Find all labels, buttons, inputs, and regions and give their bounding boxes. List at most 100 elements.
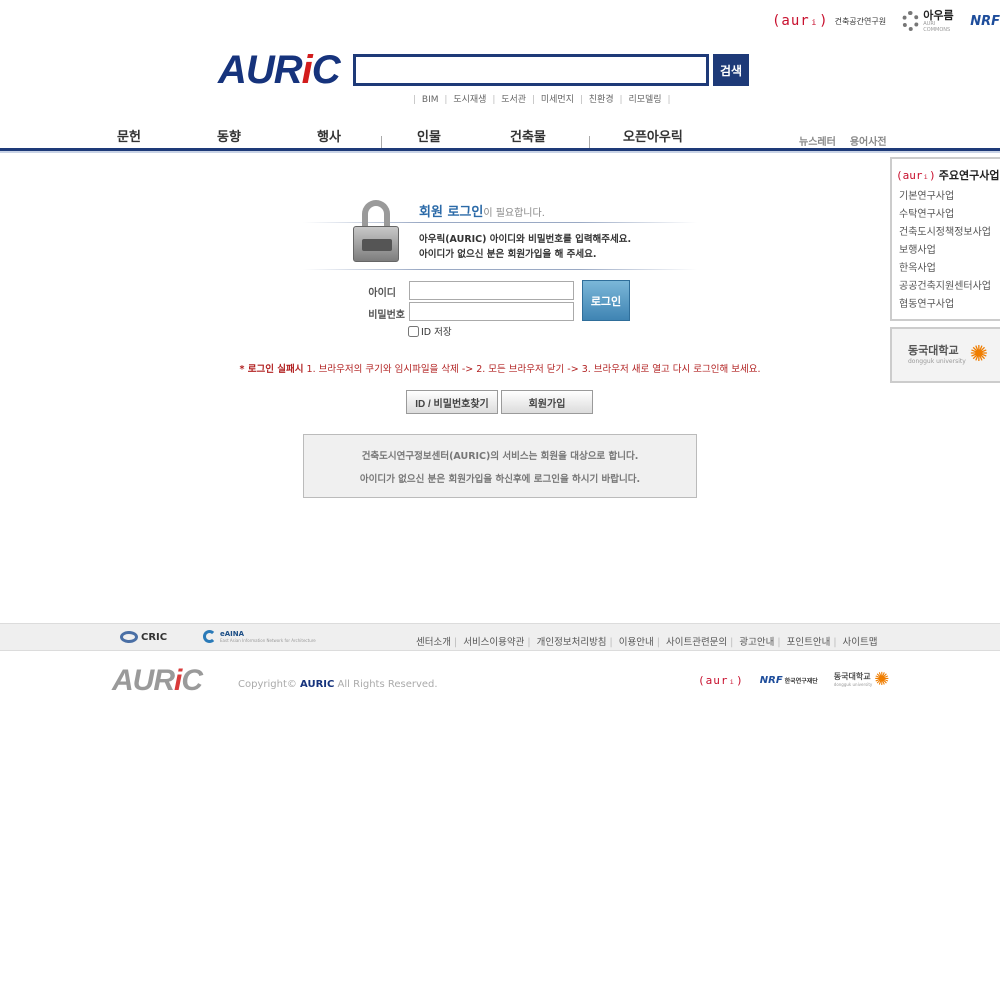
nav-item-buildings[interactable]: 건축물 <box>510 126 546 145</box>
save-id-checkbox[interactable] <box>408 325 419 337</box>
quick-link-bim[interactable]: BIM <box>422 95 439 105</box>
login-instructions: 아우릭(AURIC) 아이디와 비밀번호를 입력해주세요. 아이디가 없으신 분… <box>419 232 631 262</box>
footer-partner-logos: (aurᵢ) NRF 한국연구재단 동국대학교 dongguk universi… <box>698 671 889 689</box>
footer-brand-prefix: AUR <box>112 664 175 697</box>
auric-logo[interactable]: AURiC <box>218 48 341 92</box>
dongguk-name: 동국대학교 <box>908 344 959 358</box>
nav-divider <box>589 136 590 148</box>
footer-auri-logo[interactable]: (aurᵢ) <box>698 674 744 687</box>
nav-item-literature[interactable]: 문헌 <box>117 126 141 145</box>
eaina-name: eAINA <box>220 629 245 638</box>
auhoom-name: 아우름 <box>923 8 954 22</box>
research-project-item[interactable]: 협동연구사업 <box>899 298 991 316</box>
copyright-post: All Rights Reserved. <box>334 679 438 690</box>
login-button[interactable]: 로그인 <box>582 280 630 321</box>
member-info-line: 건축도시연구정보센터(AURIC)의 서비스는 회원을 대상으로 합니다. <box>361 450 639 462</box>
footer-link-inquiry[interactable]: 사이트관련문의 <box>666 637 727 648</box>
nav-item-events[interactable]: 행사 <box>317 126 341 145</box>
login-failure-notice: * 로그인 실패시 1. 브라우저의 쿠기와 임시파일을 삭제 -> 2. 모든… <box>0 361 1000 375</box>
login-banner: 회원 로그인이 필요합니다. 아우릭(AURIC) 아이디와 비밀번호를 입력해… <box>303 192 697 270</box>
research-project-item[interactable]: 보행사업 <box>899 244 991 262</box>
copyright-brand: AURIC <box>300 679 335 690</box>
footer-link-ads[interactable]: 광고안내 <box>739 637 774 648</box>
footer-link-points[interactable]: 포인트안내 <box>787 637 831 648</box>
password-label: 비밀번호 <box>368 310 405 321</box>
footer-dongguk-logo[interactable]: 동국대학교 dongguk university ✺ <box>834 671 890 689</box>
research-project-item[interactable]: 공공건축지원센터사업 <box>899 280 991 298</box>
save-id-label: ID 저장 <box>421 327 452 338</box>
footer-link-terms[interactable]: 서비스이용약관 <box>463 637 524 648</box>
auhoom-logo[interactable]: 아우름 AURI COMMONS <box>902 10 954 33</box>
eaina-logo[interactable]: eAINA East Asian Information Network for… <box>203 630 316 643</box>
research-projects-title: 주요연구사업 <box>938 169 1000 182</box>
brand-suffix: C <box>311 48 341 92</box>
footer-link-guide[interactable]: 이용안내 <box>619 637 654 648</box>
login-required-title: 회원 로그인이 필요합니다. <box>419 201 545 220</box>
dongguk-emblem-icon: ✺ <box>874 669 890 690</box>
brand-prefix: AUR <box>218 48 303 92</box>
sub-nav: 뉴스레터 용어사전 <box>799 133 887 148</box>
footer-nrf-logo[interactable]: NRF 한국연구재단 <box>760 675 818 686</box>
research-projects-panel: (aurᵢ) 주요연구사업 기본연구사업 수탁연구사업 건축도시정책정보사업 보… <box>890 157 1000 321</box>
top-partner-logos: (aurᵢ) 건축공간연구원 아우름 AURI COMMONS NRF <box>772 8 1000 34</box>
sub-nav-glossary[interactable]: 용어사전 <box>850 133 887 148</box>
password-input[interactable] <box>409 302 574 321</box>
nrf-name: 한국연구재단 <box>784 677 818 685</box>
cric-icon <box>120 631 138 643</box>
cric-logo[interactable]: CRIC <box>120 631 167 643</box>
search-button[interactable]: 검색 <box>713 54 749 86</box>
research-project-item[interactable]: 건축도시정책정보사업 <box>899 226 991 244</box>
main-nav: 문헌 동향 행사 인물 건축물 오픈아우릭 <box>80 126 720 148</box>
lock-icon <box>353 200 399 262</box>
eaina-icon <box>203 630 216 643</box>
footer-link-privacy[interactable]: 개인정보처리방침 <box>537 637 607 648</box>
auhoom-sub: AURI COMMONS <box>923 20 951 33</box>
login-title-rest: 이 필요합니다. <box>483 208 545 219</box>
auri-logo[interactable]: (aurᵢ) 건축공간연구원 <box>772 13 886 29</box>
notice-text: 1. 브라우저의 쿠기와 임시파일을 삭제 -> 2. 모든 브라우저 닫기 -… <box>303 364 761 375</box>
find-id-password-button[interactable]: ID / 비밀번호찾기 <box>406 390 498 414</box>
copyright: Copyright© AURIC All Rights Reserved. <box>238 679 438 690</box>
research-projects-list: 기본연구사업 수탁연구사업 건축도시정책정보사업 보행사업 한옥사업 공공건축지… <box>899 190 991 316</box>
search-input[interactable] <box>353 54 709 86</box>
dongguk-sub: dongguk university <box>833 681 873 687</box>
nav-divider <box>381 136 382 148</box>
footer-links: 센터소개 | 서비스이용약관 | 개인정보처리방침 | 이용안내 | 사이트관련문의 | … <box>416 637 878 648</box>
copyright-pre: Copyright© <box>238 679 301 690</box>
research-project-item[interactable]: 기본연구사업 <box>899 190 991 208</box>
footer-link-about[interactable]: 센터소개 <box>416 637 451 648</box>
eaina-sub: East Asian Information Network for Archi… <box>220 637 316 643</box>
nrf-mark: NRF <box>759 674 783 686</box>
nav-item-trends[interactable]: 동향 <box>217 126 241 145</box>
sub-nav-newsletter[interactable]: 뉴스레터 <box>799 133 836 148</box>
nav-item-open-auric[interactable]: 오픈아우릭 <box>623 126 683 145</box>
research-projects-header: (aurᵢ) 주요연구사업 <box>896 167 999 183</box>
footer-link-sitemap[interactable]: 사이트맵 <box>843 637 878 648</box>
save-id-option[interactable]: ID 저장 <box>408 324 452 338</box>
brand-i: i <box>301 48 313 92</box>
nav-bar-shade <box>0 151 1000 153</box>
quick-link-fine-dust[interactable]: 미세먼지 <box>541 95 574 105</box>
footer-brand-suffix: C <box>181 664 203 697</box>
cric-name: CRIC <box>141 631 168 643</box>
id-input[interactable] <box>409 281 574 300</box>
auri-mark: (aurᵢ) <box>772 13 829 29</box>
footer-auric-logo: AURiC <box>112 664 203 697</box>
research-project-item[interactable]: 수탁연구사업 <box>899 208 991 226</box>
member-info-box: 건축도시연구정보센터(AURIC)의 서비스는 회원을 대상으로 합니다. 아이… <box>303 434 697 498</box>
auri-mark: (aurᵢ) <box>896 168 936 182</box>
quick-link-remodeling[interactable]: 리모델링 <box>628 95 661 105</box>
quick-link-urban-regeneration[interactable]: 도시재생 <box>453 95 486 105</box>
auhoom-gear-icon <box>902 11 920 31</box>
nav-item-people[interactable]: 인물 <box>417 126 441 145</box>
research-project-item[interactable]: 한옥사업 <box>899 262 991 280</box>
join-button[interactable]: 회원가입 <box>501 390 593 414</box>
banner-divider <box>303 269 697 270</box>
quick-links: | BIM | 도시재생 | 도서관 | 미세먼지 | 친환경 | 리모델링 | <box>413 95 671 105</box>
quick-link-library[interactable]: 도서관 <box>501 95 526 105</box>
dongguk-name: 동국대학교 <box>833 672 871 682</box>
quick-link-eco[interactable]: 친환경 <box>589 95 614 105</box>
login-instruction-line: 아이디가 없으신 분은 회원가입을 해 주세요. <box>419 249 597 260</box>
nrf-logo[interactable]: NRF <box>970 14 1000 29</box>
login-instruction-line: 아우릭(AURIC) 아이디와 비밀번호를 입력해주세요. <box>419 234 632 245</box>
